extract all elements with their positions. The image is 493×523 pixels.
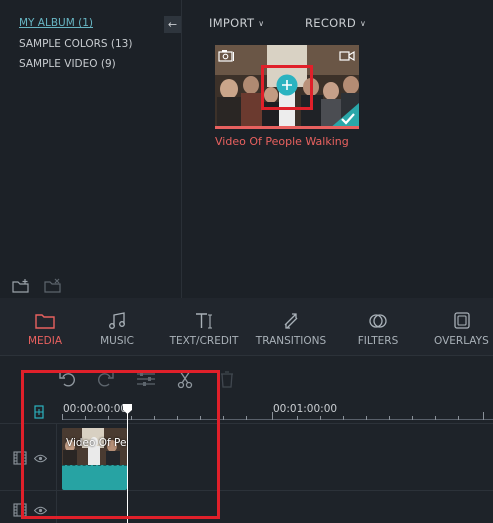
ruler-tick: [246, 416, 247, 420]
selected-indicator: [215, 126, 359, 129]
album-item-sample-video[interactable]: SAMPLE VIDEO (9): [19, 58, 116, 70]
ruler-tick: [343, 416, 344, 420]
media-library-panel: MY ALBUM (1) SAMPLE COLORS (13) SAMPLE V…: [0, 0, 493, 298]
highlight-box-timeline: [21, 370, 220, 519]
ruler-tick: [272, 412, 273, 420]
tool-tabs: MEDIA MUSIC TEXT/CREDIT TRANSITIONS FILT…: [0, 298, 493, 356]
import-label: IMPORT: [209, 16, 255, 30]
ruler-tick: [483, 412, 484, 420]
tab-label: TRANSITIONS: [255, 335, 327, 347]
tab-overlays[interactable]: OVERLAYS: [430, 298, 493, 356]
collapse-panel-button[interactable]: ←: [164, 16, 181, 33]
tab-label: TEXT/CREDIT: [169, 335, 239, 347]
timeline-panel: 00:00:00:00 00:01:00:00 Video Of Pe: [0, 357, 493, 523]
ruler-tick: [320, 416, 321, 420]
tab-media[interactable]: MEDIA: [18, 298, 72, 356]
music-note-icon: [109, 312, 125, 329]
folder-icon: [35, 314, 55, 329]
remove-folder-icon[interactable]: [44, 278, 62, 294]
tab-label: FILTERS: [357, 335, 399, 347]
import-button[interactable]: IMPORT ∨: [209, 16, 264, 30]
album-list: MY ALBUM (1) SAMPLE COLORS (13) SAMPLE V…: [0, 0, 182, 298]
video-camera-icon: [339, 50, 355, 62]
tab-text-credit[interactable]: TEXT/CREDIT: [162, 298, 246, 356]
ruler-tick: [389, 416, 390, 420]
highlight-box-add-button: [261, 65, 313, 110]
overlays-icon: [453, 312, 470, 329]
record-label: RECORD: [305, 16, 356, 30]
tab-filters[interactable]: FILTERS: [350, 298, 406, 356]
tab-label: MUSIC: [100, 335, 134, 347]
tab-music[interactable]: MUSIC: [90, 298, 144, 356]
album-item-sample-colors[interactable]: SAMPLE COLORS (13): [19, 38, 132, 50]
ruler-tick: [412, 416, 413, 420]
transitions-icon: [284, 313, 298, 329]
tab-transitions[interactable]: TRANSITIONS: [248, 298, 334, 356]
add-folder-icon[interactable]: [12, 278, 30, 294]
tab-label: OVERLAYS: [434, 335, 489, 347]
ruler-tick: [223, 416, 224, 420]
ruler-tick: [366, 416, 367, 420]
ruler-tick: [435, 416, 436, 420]
media-item-caption[interactable]: Video Of People Walking: [215, 135, 349, 148]
album-item-my-album[interactable]: MY ALBUM (1): [19, 17, 93, 29]
text-icon: [196, 313, 212, 329]
ruler-tick: [297, 416, 298, 420]
timecode-one-minute: 00:01:00:00: [273, 403, 338, 415]
chevron-down-icon: ∨: [359, 19, 367, 28]
tab-label: MEDIA: [27, 335, 63, 347]
filters-icon: [369, 314, 387, 328]
photo-camera-icon: [218, 50, 234, 62]
record-button[interactable]: RECORD ∨: [305, 16, 366, 30]
chevron-down-icon: ∨: [258, 19, 265, 28]
ruler-tick: [458, 416, 459, 420]
